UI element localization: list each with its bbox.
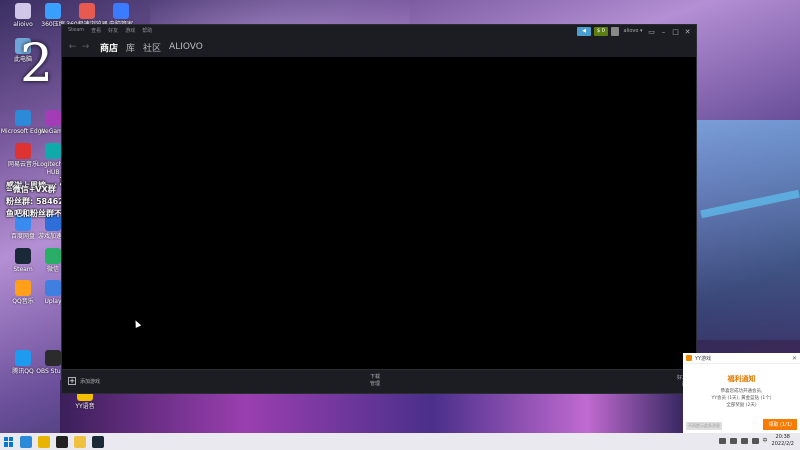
clock-date: 2022/2/2 — [771, 440, 794, 447]
notification-body-line: YY会员 (1天), 黄金蓝钻 (1个) — [711, 396, 772, 401]
app-icon — [113, 3, 129, 19]
desktop-icon-label: YY语音 — [75, 403, 95, 410]
app-icon — [45, 280, 61, 296]
dismiss-tag[interactable]: 不再提示此条消息 — [686, 422, 722, 430]
taskbar-explorer-icon[interactable] — [74, 435, 86, 448]
plus-icon: + — [68, 377, 76, 385]
app-icon — [45, 248, 61, 264]
add-game-button[interactable]: + 添加游戏 — [68, 377, 100, 385]
taskbar-pinned — [14, 435, 104, 448]
downloads-button[interactable]: 下载 管理 — [370, 374, 380, 388]
menu-item-games[interactable]: 游戏 — [125, 27, 135, 34]
taskbar-steam-icon[interactable] — [92, 435, 104, 448]
close-button[interactable]: ✕ — [683, 28, 692, 36]
app-icon — [15, 143, 31, 159]
stream-overlay-line2: =微信+VX群 — [6, 185, 56, 194]
menu-item-help[interactable]: 帮助 — [142, 27, 152, 34]
steam-window: Steam 查看 好友 游戏 帮助 ◀ $ 0 aliovo ▾ ▭ – □ ✕… — [61, 24, 697, 394]
avatar[interactable] — [611, 27, 619, 36]
tray-icon[interactable] — [718, 437, 726, 444]
taskbar: 中 20:38 2022/2/2 — [0, 433, 800, 450]
yy-logo-icon — [686, 355, 692, 361]
notification-body-line: 全部奖励 (2天) — [726, 403, 757, 408]
notification-header: YY游戏 ✕ — [683, 353, 800, 364]
network-icon[interactable] — [740, 437, 748, 444]
tab-community[interactable]: 社区 — [143, 41, 161, 54]
notification-body: 恭喜您成功开通会员, YY会员 (1天), 黄金蓝钻 (1个) 全部奖励 (2天… — [683, 388, 800, 409]
tab-library[interactable]: 库 — [126, 41, 135, 54]
app-icon — [15, 248, 31, 264]
view-mode-icon[interactable]: ▭ — [647, 28, 656, 36]
menu-item-view[interactable]: 查看 — [91, 27, 101, 34]
steam-content-area[interactable] — [62, 57, 696, 371]
downloads-label: 下载 — [370, 374, 381, 380]
notification-popup: YY游戏 ✕ 福利通知 恭喜您成功开通会员, YY会员 (1天), 黄金蓝钻 (… — [683, 353, 800, 433]
notification-close-button[interactable]: ✕ — [792, 355, 797, 362]
app-icon — [45, 350, 61, 366]
app-icon — [79, 3, 95, 19]
add-game-label: 添加游戏 — [80, 378, 101, 385]
notification-app-name: YY游戏 — [695, 355, 712, 362]
downloads-sub: 管理 — [370, 381, 381, 387]
steam-bottom-bar: + 添加游戏 下载 管理 好友与 聊天 — [62, 369, 696, 393]
account-dropdown[interactable]: aliovo ▾ — [622, 27, 644, 36]
start-button[interactable] — [4, 436, 14, 447]
notification-footer: 不再提示此条消息 领取 (1/1) — [683, 419, 800, 431]
app-icon — [45, 3, 61, 19]
steam-menu-bar: Steam 查看 好友 游戏 帮助 — [68, 27, 152, 34]
minimize-button[interactable]: – — [659, 28, 668, 36]
app-icon — [45, 110, 61, 126]
app-icon — [15, 350, 31, 366]
notification-title: 福利通知 — [727, 375, 756, 383]
wallpaper-glow — [690, 120, 800, 340]
taskbar-obs-icon[interactable] — [56, 435, 68, 448]
maximize-button[interactable]: □ — [671, 28, 680, 36]
notification-body-line: 恭喜您成功开通会员, — [720, 389, 763, 394]
steam-nav-bar: ← → 商店 库 社区 ALIOVO — [62, 37, 696, 57]
taskbar-edge-icon[interactable] — [20, 435, 32, 448]
app-icon — [15, 110, 31, 126]
menu-item-steam[interactable]: Steam — [68, 27, 84, 34]
stream-overlay-number: 2 — [20, 34, 54, 94]
steam-top-right: ◀ $ 0 aliovo ▾ ▭ – □ ✕ — [577, 27, 692, 36]
back-arrow-icon[interactable]: ← — [66, 42, 79, 52]
menu-item-friends[interactable]: 好友 — [108, 27, 118, 34]
taskbar-chrome-icon[interactable] — [38, 435, 50, 448]
wallet-button[interactable]: $ 0 — [594, 27, 608, 36]
app-icon — [45, 143, 61, 159]
app-icon — [15, 3, 31, 19]
tab-store[interactable]: 商店 — [100, 41, 118, 54]
system-tray: 中 20:38 2022/2/2 — [718, 434, 794, 447]
notification-button[interactable]: ◀ — [577, 27, 591, 36]
app-icon — [15, 280, 31, 296]
forward-arrow-icon[interactable]: → — [79, 42, 92, 52]
tab-profile[interactable]: ALIOVO — [169, 42, 203, 52]
volume-icon[interactable] — [751, 437, 759, 444]
input-language[interactable]: 中 — [763, 437, 768, 444]
claim-button[interactable]: 领取 (1/1) — [763, 419, 797, 430]
tray-icon[interactable] — [729, 437, 737, 444]
clock[interactable]: 20:38 2022/2/2 — [772, 434, 794, 447]
steam-titlebar[interactable]: Steam 查看 好友 游戏 帮助 ◀ $ 0 aliovo ▾ ▭ – □ ✕ — [62, 25, 696, 37]
